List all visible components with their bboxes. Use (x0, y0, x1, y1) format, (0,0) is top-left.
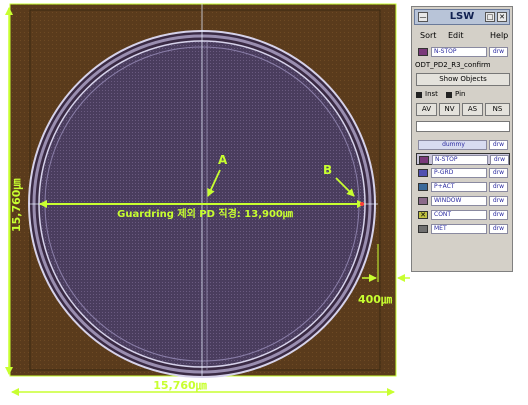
layer-purpose: drw (490, 155, 509, 165)
nv-button[interactable]: NV (439, 103, 460, 116)
layer-row-met[interactable]: MET drw (416, 223, 510, 235)
inst-pin-row: Inst Pin (416, 90, 510, 101)
current-layer-row[interactable]: N-STOP drw (416, 46, 510, 58)
ns-button[interactable]: NS (485, 103, 510, 116)
cont-x-icon: ✕ (418, 211, 428, 219)
inst-label: Inst (425, 90, 438, 98)
layer-swatch-icon (418, 225, 428, 233)
layer-name: dummy (418, 140, 487, 150)
layer-name: WINDOW (431, 196, 487, 206)
layer-row-p-grd[interactable]: P-GRD drw (416, 167, 510, 179)
layer-purpose: drw (489, 140, 508, 150)
dim-horizontal-label: 15,760㎛ (153, 379, 206, 392)
point-b-marker (360, 202, 364, 206)
current-layer-swatch-icon (418, 48, 428, 56)
as-button[interactable]: AS (462, 103, 483, 116)
point-a-label: A (218, 153, 228, 167)
layer-purpose: drw (489, 210, 508, 220)
diameter-label: Guardring 제외 PD 직경: 13,900㎛ (117, 207, 293, 220)
layer-row-n-stop[interactable]: N-STOP drw (416, 153, 510, 165)
layer-name: P-GRD (431, 168, 487, 178)
guardring-width-label: 400㎛ (358, 293, 392, 306)
layer-swatch-icon (418, 183, 428, 191)
layer-name: N-STOP (432, 155, 488, 165)
maximize-button[interactable]: □ (485, 12, 495, 22)
layer-purpose: drw (489, 196, 508, 206)
layer-name: P+ACT (431, 182, 487, 192)
layer-row-window[interactable]: WINDOW drw (416, 195, 510, 207)
layer-purpose: drw (489, 224, 508, 234)
inst-checkbox[interactable] (416, 92, 422, 98)
layer-filter-input[interactable] (416, 121, 510, 132)
layer-row-p-act[interactable]: P+ACT drw (416, 181, 510, 193)
layer-name: CONT (431, 210, 487, 220)
pin-label: Pin (455, 90, 466, 98)
close-button[interactable]: ✕ (497, 12, 507, 22)
menu-help[interactable]: Help (490, 31, 508, 40)
cell-name: ODT_PD2_R3_confirm (415, 61, 491, 69)
dim-vertical-label: 15,760㎛ (10, 179, 23, 232)
show-objects-button[interactable]: Show Objects (416, 73, 510, 86)
point-b-label: B (323, 163, 332, 177)
layer-purpose: drw (489, 182, 508, 192)
current-layer-name: N-STOP (431, 47, 487, 57)
layer-swatch-icon (418, 197, 428, 205)
lsw-panel: — LSW □ ✕ Sort Edit Help N-STOP drw ODT_… (411, 6, 513, 272)
layer-name: MET (431, 224, 487, 234)
menu-sort[interactable]: Sort (420, 31, 436, 40)
current-layer-purpose: drw (489, 47, 508, 57)
layer-row-dummy[interactable]: dummy drw (416, 139, 510, 151)
layer-purpose: drw (489, 168, 508, 178)
layer-row-cont[interactable]: ✕ CONT drw (416, 209, 510, 221)
av-button[interactable]: AV (416, 103, 437, 116)
layer-swatch-icon (418, 169, 428, 177)
pin-checkbox[interactable] (446, 92, 452, 98)
lsw-titlebar[interactable]: — LSW □ ✕ (414, 9, 510, 25)
layer-swatch-icon (419, 156, 429, 164)
menu-edit[interactable]: Edit (448, 31, 464, 40)
